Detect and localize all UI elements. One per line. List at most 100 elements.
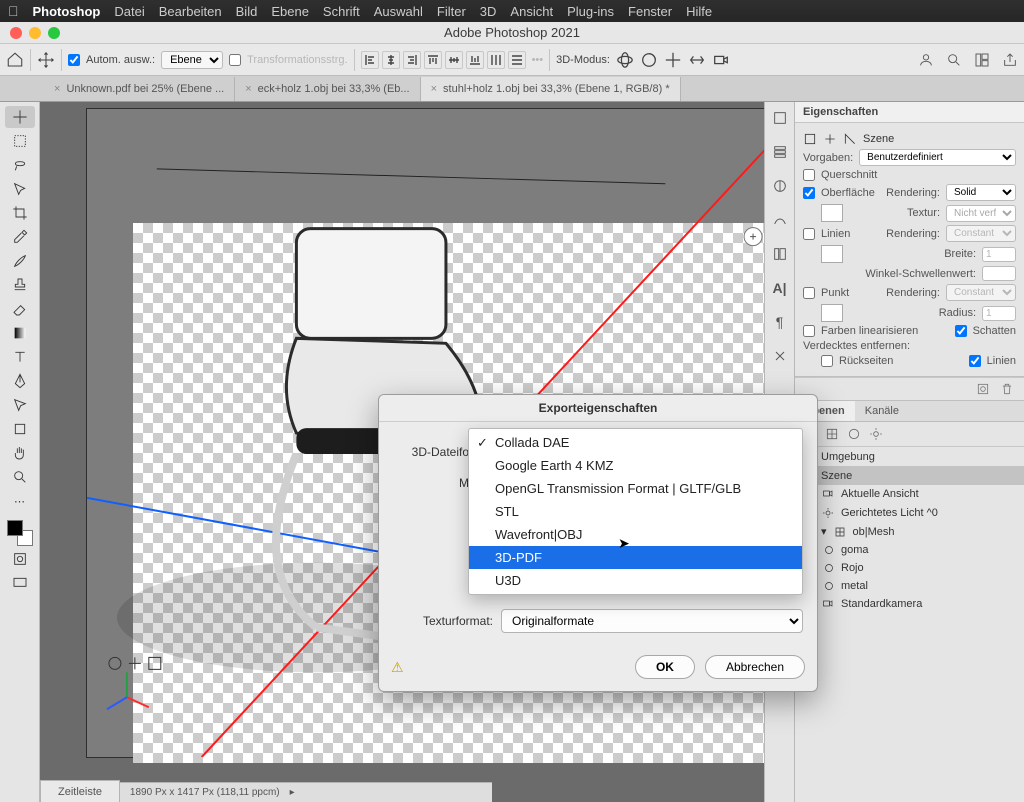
menu-fenster[interactable]: Fenster <box>628 4 672 19</box>
scene-item-environment[interactable]: 👁Umgebung <box>795 447 1024 466</box>
align-top-button[interactable] <box>424 51 442 69</box>
menu-bearbeiten[interactable]: Bearbeiten <box>159 4 222 19</box>
surface-color-swatch[interactable] <box>821 204 843 222</box>
properties-panel-tab[interactable]: Eigenschaften <box>795 102 1024 123</box>
linearize-checkbox[interactable] <box>803 325 815 337</box>
gradient-tool[interactable] <box>5 322 35 344</box>
3d-zoom-camera-icon[interactable] <box>712 51 730 69</box>
apple-menu-icon[interactable]:  <box>8 3 19 19</box>
points-rendering-select[interactable]: Constant <box>946 284 1016 301</box>
format-option[interactable]: U3D <box>469 569 802 592</box>
pen-tool[interactable] <box>5 370 35 392</box>
align-right-button[interactable] <box>403 51 421 69</box>
menu-hilfe[interactable]: Hilfe <box>686 4 712 19</box>
tab-channels[interactable]: Kanäle <box>855 401 909 421</box>
trash-icon[interactable] <box>1000 382 1014 396</box>
marquee-tool[interactable] <box>5 130 35 152</box>
auto-select-target-select[interactable]: Ebene <box>161 51 223 69</box>
distribute-v-button[interactable] <box>508 51 526 69</box>
zoom-tool[interactable] <box>5 466 35 488</box>
scene-item-camera[interactable]: Standardkamera <box>795 595 1024 613</box>
crop-tool[interactable] <box>5 202 35 224</box>
document-tab[interactable]: × stuhl+holz 1.obj bei 33,3% (Ebene 1, R… <box>421 77 681 101</box>
surface-checkbox[interactable] <box>803 187 815 199</box>
workspace-icon[interactable] <box>974 52 990 68</box>
scene-item-mesh[interactable]: 👁▾ob|Mesh <box>795 522 1024 541</box>
lines2-checkbox[interactable] <box>969 355 981 367</box>
distribute-h-button[interactable] <box>487 51 505 69</box>
menu-bild[interactable]: Bild <box>236 4 258 19</box>
share-icon[interactable] <box>1002 52 1018 68</box>
format-option[interactable]: Collada DAE <box>469 431 802 454</box>
home-icon[interactable] <box>6 51 24 69</box>
libraries-panel-icon[interactable] <box>772 246 788 262</box>
scene-item-light[interactable]: 👁Gerichtetes Licht ^0 <box>795 503 1024 522</box>
window-minimize-button[interactable] <box>29 27 41 39</box>
filter-light-icon[interactable] <box>869 427 883 441</box>
render-icon[interactable] <box>976 382 990 396</box>
eyedropper-tool[interactable] <box>5 226 35 248</box>
move-tool-icon[interactable] <box>37 51 55 69</box>
transform-controls-checkbox[interactable] <box>229 54 241 66</box>
timeline-panel-tab[interactable]: Zeitleiste <box>40 780 120 802</box>
cloud-docs-icon[interactable] <box>918 52 934 68</box>
scene-item-material[interactable]: metal <box>795 577 1024 595</box>
foreground-color-swatch[interactable] <box>7 520 23 536</box>
shadows-checkbox[interactable] <box>955 325 967 337</box>
menu-filter[interactable]: Filter <box>437 4 466 19</box>
close-tab-icon[interactable]: × <box>245 83 251 95</box>
toolbar-more[interactable]: ⋯ <box>5 490 35 512</box>
disclosure-icon[interactable]: ▾ <box>821 525 827 538</box>
window-zoom-button[interactable] <box>48 27 60 39</box>
align-hcenter-button[interactable] <box>382 51 400 69</box>
document-info[interactable]: 1890 Px x 1417 Px (118,11 ppcm) <box>130 787 280 798</box>
menu-ansicht[interactable]: Ansicht <box>510 4 553 19</box>
screen-mode-toggle[interactable] <box>5 572 35 594</box>
3d-pan-icon[interactable] <box>664 51 682 69</box>
close-tab-icon[interactable]: × <box>54 83 60 95</box>
type-tool[interactable] <box>5 346 35 368</box>
texture-select[interactable]: Nicht verfü... <box>946 205 1016 222</box>
eraser-tool[interactable] <box>5 298 35 320</box>
quick-select-tool[interactable] <box>5 178 35 200</box>
document-tab[interactable]: × Unknown.pdf bei 25% (Ebene ... <box>44 77 235 101</box>
menu-3d[interactable]: 3D <box>480 4 497 19</box>
menu-plugins[interactable]: Plug-ins <box>567 4 614 19</box>
format-option[interactable]: STL <box>469 500 802 523</box>
app-menu[interactable]: Photoshop <box>33 4 101 19</box>
color-swatches[interactable] <box>7 520 33 546</box>
quick-mask-toggle[interactable] <box>5 548 35 570</box>
menu-schrift[interactable]: Schrift <box>323 4 360 19</box>
auto-select-checkbox[interactable] <box>68 54 80 66</box>
points-checkbox[interactable] <box>803 287 815 299</box>
path-select-tool[interactable] <box>5 394 35 416</box>
scene-item-view[interactable]: Aktuelle Ansicht <box>795 485 1024 503</box>
menu-ebene[interactable]: Ebene <box>271 4 309 19</box>
format-option[interactable]: Wavefront|OBJ <box>469 523 802 546</box>
brush-tool[interactable] <box>5 250 35 272</box>
window-close-button[interactable] <box>10 27 22 39</box>
3d-orbit-icon[interactable] <box>616 51 634 69</box>
filter-material-icon[interactable] <box>847 427 861 441</box>
color-panel-icon[interactable] <box>772 110 788 126</box>
cross-section-checkbox[interactable] <box>803 169 815 181</box>
shape-tool[interactable] <box>5 418 35 440</box>
swatches-panel-icon[interactable] <box>772 144 788 160</box>
preset-select[interactable]: Benutzerdefiniert <box>859 149 1016 166</box>
filter-mesh-icon[interactable] <box>825 427 839 441</box>
menu-datei[interactable]: Datei <box>114 4 144 19</box>
document-tab[interactable]: × eck+holz 1.obj bei 33,3% (Eb... <box>235 77 420 101</box>
search-icon[interactable] <box>946 52 962 68</box>
tools-presets-icon[interactable] <box>772 348 788 364</box>
3d-roll-icon[interactable] <box>640 51 658 69</box>
lines-width-input[interactable] <box>982 247 1016 262</box>
align-vcenter-button[interactable] <box>445 51 463 69</box>
radius-input[interactable] <box>982 306 1016 321</box>
texture-format-select[interactable]: Originalformate <box>501 609 803 633</box>
move-tool[interactable] <box>5 106 35 128</box>
lasso-tool[interactable] <box>5 154 35 176</box>
lines-color-swatch[interactable] <box>821 245 843 263</box>
scene-item-scene[interactable]: 👁Szene <box>795 466 1024 485</box>
cancel-button[interactable]: Abbrechen <box>705 655 805 679</box>
lines-rendering-select[interactable]: Constant <box>946 225 1016 242</box>
